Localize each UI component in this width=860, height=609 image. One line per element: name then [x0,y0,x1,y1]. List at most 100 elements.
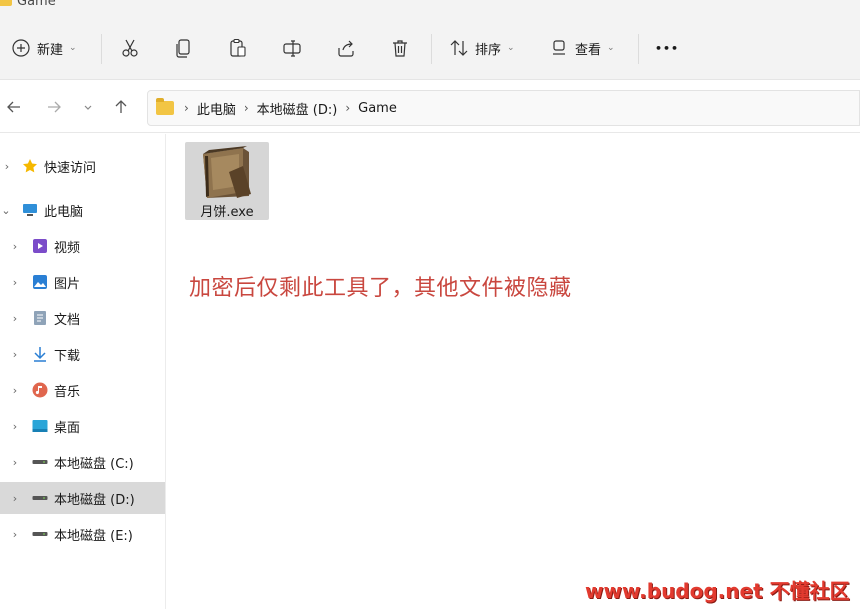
file-item[interactable]: 月饼.exe [185,142,269,220]
share-button[interactable] [336,35,356,61]
video-icon [32,238,48,254]
annotation-text: 加密后仅剩此工具了，其他文件被隐藏 [189,276,572,301]
watermark: www.budog.net 不懂社区 [585,579,850,603]
title-bar: Game [0,0,860,14]
chevron-down-icon [84,105,92,110]
chevron-down-icon: ⌄ [507,43,515,53]
sort-button-label: 排序 [475,42,502,58]
sidebar-item-music[interactable]: › 音乐 [0,374,165,406]
file-name: 月饼.exe [200,205,254,220]
chevron-down-icon: ⌄ [607,43,615,53]
sidebar-item-this-pc[interactable]: ⌄ 此电脑 [0,194,165,226]
sidebar-item-videos[interactable]: › 视频 [0,230,165,262]
chevron-down-icon: ⌄ [69,43,77,53]
sort-icon [449,38,469,58]
chevron-right-icon: › [12,347,18,361]
copy-button[interactable] [174,35,194,61]
chevron-right-icon: › [184,101,189,115]
download-icon [32,346,48,362]
sidebar-item-label: 本地磁盘 (D:) [54,492,135,508]
recent-locations-button[interactable] [78,97,98,117]
sidebar-item-local-disk-c[interactable]: › 本地磁盘 (C:) [0,446,165,478]
folder-icon [156,98,174,115]
rename-button[interactable] [282,35,302,61]
trash-icon [390,38,410,58]
folder-icon [0,0,12,6]
toolbar-divider [431,34,432,64]
breadcrumb-this-pc[interactable]: 此电脑 [197,99,236,118]
scissors-icon [120,38,140,58]
drive-icon [32,526,48,542]
documents-icon [32,310,48,326]
cut-button[interactable] [120,35,140,61]
address-row: › 此电脑 › 本地磁盘 (D:) › Game [0,81,860,133]
chevron-right-icon: › [12,311,18,325]
sidebar-item-label: 下载 [54,348,81,364]
sidebar-item-label: 桌面 [54,420,81,436]
computer-icon [22,202,38,218]
chevron-right-icon: › [12,527,18,541]
sidebar-item-documents[interactable]: › 文档 [0,302,165,334]
sidebar-item-downloads[interactable]: › 下载 [0,338,165,370]
chevron-right-icon: › [12,383,18,397]
sidebar-item-label: 此电脑 [44,204,84,220]
navigation-pane: › 快速访问 ⌄ 此电脑 › 视频 › 图片 › 文档 › 下载 › 音乐 › … [0,134,166,609]
executable-icon [203,146,251,198]
paste-button[interactable] [228,35,248,61]
music-icon [32,382,48,398]
share-icon [336,38,356,58]
breadcrumb-game[interactable]: Game [358,101,397,116]
back-button[interactable] [4,97,24,117]
sidebar-item-local-disk-e[interactable]: › 本地磁盘 (E:) [0,518,165,550]
arrow-up-icon [115,100,127,113]
delete-button[interactable] [390,35,410,61]
file-list: 月饼.exe 加密后仅剩此工具了，其他文件被隐藏 www.budog.net 不… [167,134,860,609]
chevron-right-icon: › [12,239,18,253]
new-button-label: 新建 [37,42,64,58]
sidebar-item-label: 本地磁盘 (C:) [54,456,134,472]
chevron-right-icon: › [243,101,249,115]
chevron-right-icon: › [345,101,351,115]
sidebar-item-desktop[interactable]: › 桌面 [0,410,165,442]
address-bar[interactable]: › 此电脑 › 本地磁盘 (D:) › Game [147,90,860,126]
rename-icon [282,38,302,58]
view-button-label: 查看 [575,42,602,58]
sidebar-item-label: 视频 [54,240,81,256]
sidebar-item-label: 图片 [54,276,81,292]
chevron-down-icon: ⌄ [1,203,11,217]
up-button[interactable] [111,97,131,117]
toolbar-divider [638,34,639,64]
sidebar-item-label: 音乐 [54,384,81,400]
sidebar-item-label: 快速访问 [44,160,97,176]
view-button[interactable]: 查看 ⌄ [549,35,615,61]
command-bar: 新建 ⌄ 排序 ⌄ 查看 ⌄ ••• [0,14,860,80]
arrow-left-icon [7,101,20,113]
clipboard-icon [228,38,248,58]
more-icon: ••• [655,41,680,55]
breadcrumb-local-disk-d[interactable]: 本地磁盘 (D:) [257,99,338,118]
chevron-right-icon: › [12,455,18,469]
sidebar-item-label: 文档 [54,312,81,328]
sidebar-item-local-disk-d[interactable]: › 本地磁盘 (D:) [0,482,165,514]
drive-icon [32,490,48,506]
window-title: Game [17,0,56,9]
sort-button[interactable]: 排序 ⌄ [449,35,515,61]
sidebar-item-quick-access[interactable]: › 快速访问 [0,150,165,182]
forward-button[interactable] [44,97,64,117]
view-icon [549,38,569,58]
sidebar-item-pictures[interactable]: › 图片 [0,266,165,298]
chevron-right-icon: › [4,159,10,173]
desktop-icon [32,418,48,434]
star-icon [22,158,38,174]
chevron-right-icon: › [12,275,18,289]
sidebar-item-label: 本地磁盘 (E:) [54,528,133,544]
more-options-button[interactable]: ••• [655,35,679,61]
plus-circle-icon [11,38,31,58]
arrow-right-icon [48,101,61,113]
new-button[interactable]: 新建 ⌄ [11,35,77,61]
pictures-icon [32,274,48,290]
drive-icon [32,454,48,470]
copy-icon [174,38,194,58]
chevron-right-icon: › [12,491,18,505]
toolbar-divider [101,34,102,64]
